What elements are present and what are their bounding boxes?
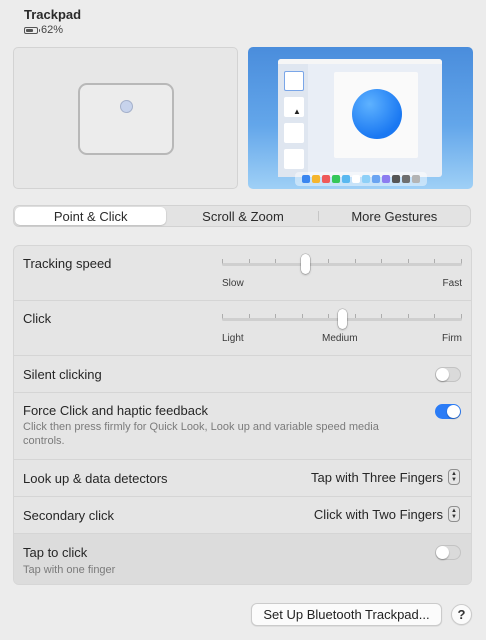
tab-label: Scroll & Zoom xyxy=(202,208,284,224)
dock-app-icon xyxy=(382,175,390,183)
tracking-speed-label: Tracking speed xyxy=(23,256,112,271)
dock-app-icon xyxy=(332,175,340,183)
tracking-speed-row: Tracking speed Slow Fast xyxy=(14,246,471,300)
toggle-knob xyxy=(447,405,460,418)
force-click-description: Click then press firmly for Quick Look, … xyxy=(23,421,379,447)
click-pressure-slider[interactable]: Light Medium Firm xyxy=(222,307,462,347)
dock-app-icon xyxy=(362,175,370,183)
dock-app-icon xyxy=(352,175,360,183)
tab-more-gestures[interactable]: More Gestures xyxy=(319,206,470,226)
dock-app-icon xyxy=(392,175,400,183)
pointer-icon: ▲ xyxy=(293,107,301,116)
dock-app-icon xyxy=(402,175,410,183)
secondary-click-row: Secondary click Click with Two Fingers ▲… xyxy=(14,496,471,533)
look-up-popup[interactable]: Tap with Three Fingers ▲ ▼ xyxy=(311,469,460,485)
secondary-click-label: Secondary click xyxy=(23,508,115,523)
slider-firm-label: Firm xyxy=(442,333,462,344)
slider-min-label: Slow xyxy=(222,278,244,289)
force-click-toggle[interactable] xyxy=(435,404,461,419)
demo-canvas xyxy=(334,72,418,158)
trackpad-illustration xyxy=(78,83,174,155)
help-button[interactable]: ? xyxy=(451,604,472,625)
finger-dot xyxy=(120,100,133,113)
dock-app-icon xyxy=(342,175,350,183)
tap-to-click-row: Tap to click Tap with one finger xyxy=(14,533,471,584)
tap-to-click-toggle[interactable] xyxy=(435,545,461,560)
tracking-speed-slider[interactable]: Slow Fast xyxy=(222,252,462,292)
dock-app-icon xyxy=(372,175,380,183)
demo-dock xyxy=(295,172,427,186)
dock-app-icon xyxy=(412,175,420,183)
setup-bluetooth-trackpad-button[interactable]: Set Up Bluetooth Trackpad... xyxy=(251,603,442,626)
window-header: Trackpad 62% xyxy=(24,7,81,36)
tab-bar: Point & Click Scroll & Zoom More Gesture… xyxy=(13,205,471,227)
dock-app-icon xyxy=(312,175,320,183)
tab-point-and-click[interactable]: Point & Click xyxy=(15,207,167,225)
silent-clicking-toggle[interactable] xyxy=(435,367,461,382)
dock-app-icon xyxy=(322,175,330,183)
toggle-knob xyxy=(436,546,449,559)
tap-to-click-description: Tap with one finger xyxy=(23,564,116,576)
dock-app-icon xyxy=(302,175,310,183)
trackpad-gesture-preview xyxy=(13,47,238,189)
toggle-knob xyxy=(436,368,449,381)
demo-circle xyxy=(352,89,402,139)
tab-scroll-and-zoom[interactable]: Scroll & Zoom xyxy=(167,206,319,226)
battery-percent: 62% xyxy=(41,24,64,36)
slider-knob[interactable] xyxy=(301,254,310,274)
settings-panel: Tracking speed Slow Fast Click Light Med… xyxy=(13,245,472,585)
secondary-click-value: Click with Two Fingers xyxy=(313,506,443,522)
demo-thumbnail xyxy=(284,71,304,91)
silent-clicking-label: Silent clicking xyxy=(23,367,102,382)
slider-light-label: Light xyxy=(222,333,244,344)
battery-icon xyxy=(24,26,40,34)
chevron-up-down-icon: ▲ ▼ xyxy=(448,469,460,485)
gesture-demo-preview: ▲ xyxy=(248,47,473,189)
secondary-click-popup[interactable]: Click with Two Fingers ▲ ▼ xyxy=(314,506,460,522)
tab-label: Point & Click xyxy=(53,208,128,224)
tap-to-click-label: Tap to click xyxy=(23,545,88,560)
look-up-label: Look up & data detectors xyxy=(23,471,168,486)
chevron-up-down-icon: ▲ ▼ xyxy=(448,506,460,522)
slider-medium-label: Medium xyxy=(322,333,358,344)
force-click-label: Force Click and haptic feedback xyxy=(23,403,208,418)
slider-max-label: Fast xyxy=(442,278,462,289)
click-row: Click Light Medium Firm xyxy=(14,300,471,355)
slider-knob[interactable] xyxy=(338,309,347,329)
demo-thumbnail xyxy=(284,149,304,169)
look-up-row: Look up & data detectors Tap with Three … xyxy=(14,459,471,496)
look-up-value: Tap with Three Fingers xyxy=(311,469,443,485)
tab-label: More Gestures xyxy=(351,208,438,224)
page-title: Trackpad xyxy=(24,7,82,22)
force-click-row: Force Click and haptic feedback Click th… xyxy=(14,392,471,459)
demo-thumbnail xyxy=(284,123,304,143)
demo-sidebar: ▲ xyxy=(278,64,308,177)
demo-window: ▲ xyxy=(278,59,442,177)
slider-track xyxy=(222,263,462,266)
silent-clicking-row: Silent clicking xyxy=(14,355,471,392)
click-label: Click xyxy=(23,311,52,326)
battery-status: 62% xyxy=(24,24,81,36)
